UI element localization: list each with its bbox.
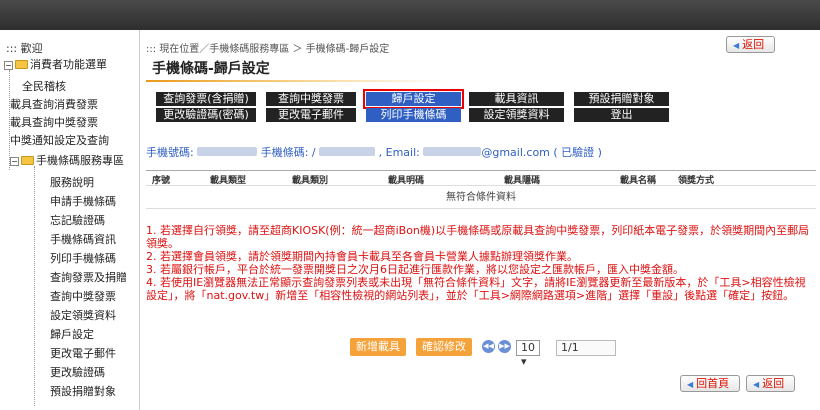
- note-2: 2. 若選擇會員領獎，請於領獎期間內持會員卡載具至各會員卡營業人據點辦理領獎作業…: [146, 250, 578, 263]
- sidebar-item-apply-barcode[interactable]: 申請手機條碼: [50, 193, 116, 209]
- main-content: ::: 現在位置／手機條碼服務專區 ＞ 手機條碼-歸戶設定 ◀ 返回 手機條碼-歸…: [140, 30, 820, 410]
- confirm-change-button[interactable]: 確認修改: [416, 338, 472, 356]
- note-3: 3. 若屬銀行帳戶，平台於統一發票開獎日之次月6日起進行匯款作業，將以您設定之匯…: [146, 263, 684, 276]
- note-1: 1. 若選擇自行領獎，請至超商KIOSK(例：統一超商iBon機)以手機條碼或原…: [146, 224, 810, 250]
- nav-query-invoices[interactable]: 查詢發票(含捐贈): [156, 92, 256, 106]
- sidebar-item-carrier-winning[interactable]: 載具查詢中獎發票: [10, 114, 98, 130]
- home-button[interactable]: ◀ 回首頁: [680, 375, 741, 392]
- sidebar-item-barcode-info[interactable]: 手機條碼資訊: [50, 231, 116, 247]
- folder-open-icon: [21, 156, 34, 165]
- next-page-icon[interactable]: ▶▶: [498, 340, 511, 353]
- sidebar-item-query-donate[interactable]: 查詢發票及捐贈: [50, 269, 127, 285]
- sidebar-item-change-email[interactable]: 更改電子郵件: [50, 345, 116, 361]
- nav-default-donate[interactable]: 預設捐贈對象: [574, 92, 669, 106]
- note-4: 4. 若使用IE瀏覽器無法正常顯示查詢發票列表或未出現「無符合條件資料」文字，請…: [146, 276, 806, 302]
- col-header: 載具明碼: [388, 176, 425, 186]
- nav-change-code[interactable]: 更改驗證碼(密碼): [156, 108, 256, 122]
- arrow-left-icon: ◀: [733, 41, 740, 50]
- arrow-left-icon: ◀: [687, 380, 694, 389]
- masked-value: [319, 147, 376, 156]
- sidebar-item-change-code[interactable]: 更改驗證碼: [50, 364, 105, 380]
- col-header: 序號: [152, 176, 171, 186]
- sidebar-item-prize-settings[interactable]: 設定領獎資料: [50, 307, 116, 323]
- sidebar: ::: 歡迎 − 消費者功能選單 全民稽核 載具查詢消費發票 載具查詢中獎發票 中…: [0, 30, 140, 410]
- nav-prize-settings[interactable]: 設定領獎資料: [469, 108, 564, 122]
- collapse-icon[interactable]: −: [4, 61, 13, 70]
- page-size-select[interactable]: 10 ▾: [516, 340, 540, 368]
- arrow-left-icon: ◀: [753, 380, 760, 389]
- sidebar-subroot[interactable]: − 手機條碼服務專區: [10, 152, 124, 168]
- sidebar-item-print-barcode[interactable]: 列印手機條碼: [50, 250, 116, 266]
- nav-logout[interactable]: 登出: [574, 108, 669, 122]
- title-underline: [146, 80, 446, 82]
- col-header: 領獎方式: [678, 176, 715, 186]
- bottom-back-button[interactable]: ◀ 返回: [746, 375, 796, 392]
- page-title: 手機條碼-歸戶設定: [152, 61, 270, 77]
- sidebar-root[interactable]: − 消費者功能選單: [4, 56, 107, 72]
- back-button[interactable]: ◀ 返回: [726, 36, 776, 53]
- sidebar-item-query-winning[interactable]: 查詢中獎發票: [50, 288, 116, 304]
- masked-value: [423, 147, 482, 156]
- masked-value: [197, 147, 258, 156]
- notes: 1. 若選擇自行領獎，請至超商KIOSK(例：統一超商iBon機)以手機條碼或原…: [146, 224, 816, 302]
- folder-open-icon: [15, 60, 28, 69]
- page-indicator: 1/1: [556, 340, 616, 356]
- tree-line: [34, 166, 35, 406]
- col-header: 載具類別: [292, 176, 329, 186]
- sidebar-subroot-label: 手機條碼服務專區: [36, 154, 124, 167]
- add-carrier-button[interactable]: 新增載具: [350, 338, 406, 356]
- sidebar-item-assign-settings[interactable]: 歸戶設定: [50, 326, 94, 342]
- table-header: 序號 載具類型 載具類別 載具明碼 載具隱碼 載具名稱 領獎方式: [146, 170, 816, 186]
- sidebar-item-carrier-invoices[interactable]: 載具查詢消費發票: [10, 96, 98, 112]
- sidebar-item-notification[interactable]: 中獎通知設定及查詢: [10, 132, 109, 148]
- sidebar-item-forgot-code[interactable]: 忘記驗證碼: [50, 212, 105, 228]
- nav-print-barcode[interactable]: 列印手機條碼: [366, 108, 461, 122]
- sidebar-item-service-intro[interactable]: 服務說明: [50, 174, 94, 190]
- table-empty-row: 無符合條件資料: [146, 187, 816, 209]
- sidebar-item-audit[interactable]: 全民稽核: [22, 78, 66, 94]
- nav-carrier-info[interactable]: 載具資訊: [469, 92, 564, 106]
- prev-page-icon[interactable]: ◀◀: [482, 340, 495, 353]
- col-header: 載具名稱: [620, 176, 657, 186]
- account-info: 手機號碼: 手機條碼: / , Email: @gmail.com ( 已驗證 …: [146, 146, 602, 159]
- col-header: 載具類型: [210, 176, 247, 186]
- breadcrumb: ::: 現在位置／手機條碼服務專區 ＞ 手機條碼-歸戶設定: [146, 44, 390, 55]
- collapse-icon[interactable]: −: [10, 157, 19, 166]
- top-header-bar: [0, 0, 820, 30]
- nav-assign-settings[interactable]: 歸戶設定: [363, 89, 464, 109]
- nav-change-email[interactable]: 更改電子郵件: [266, 108, 356, 122]
- sidebar-welcome: ::: 歡迎: [6, 42, 43, 55]
- col-header: 載具隱碼: [504, 176, 541, 186]
- nav-query-winning[interactable]: 查詢中獎發票: [266, 92, 356, 106]
- sidebar-root-label: 消費者功能選單: [30, 58, 107, 71]
- sidebar-item-default-donate[interactable]: 預設捐贈對象: [50, 383, 116, 399]
